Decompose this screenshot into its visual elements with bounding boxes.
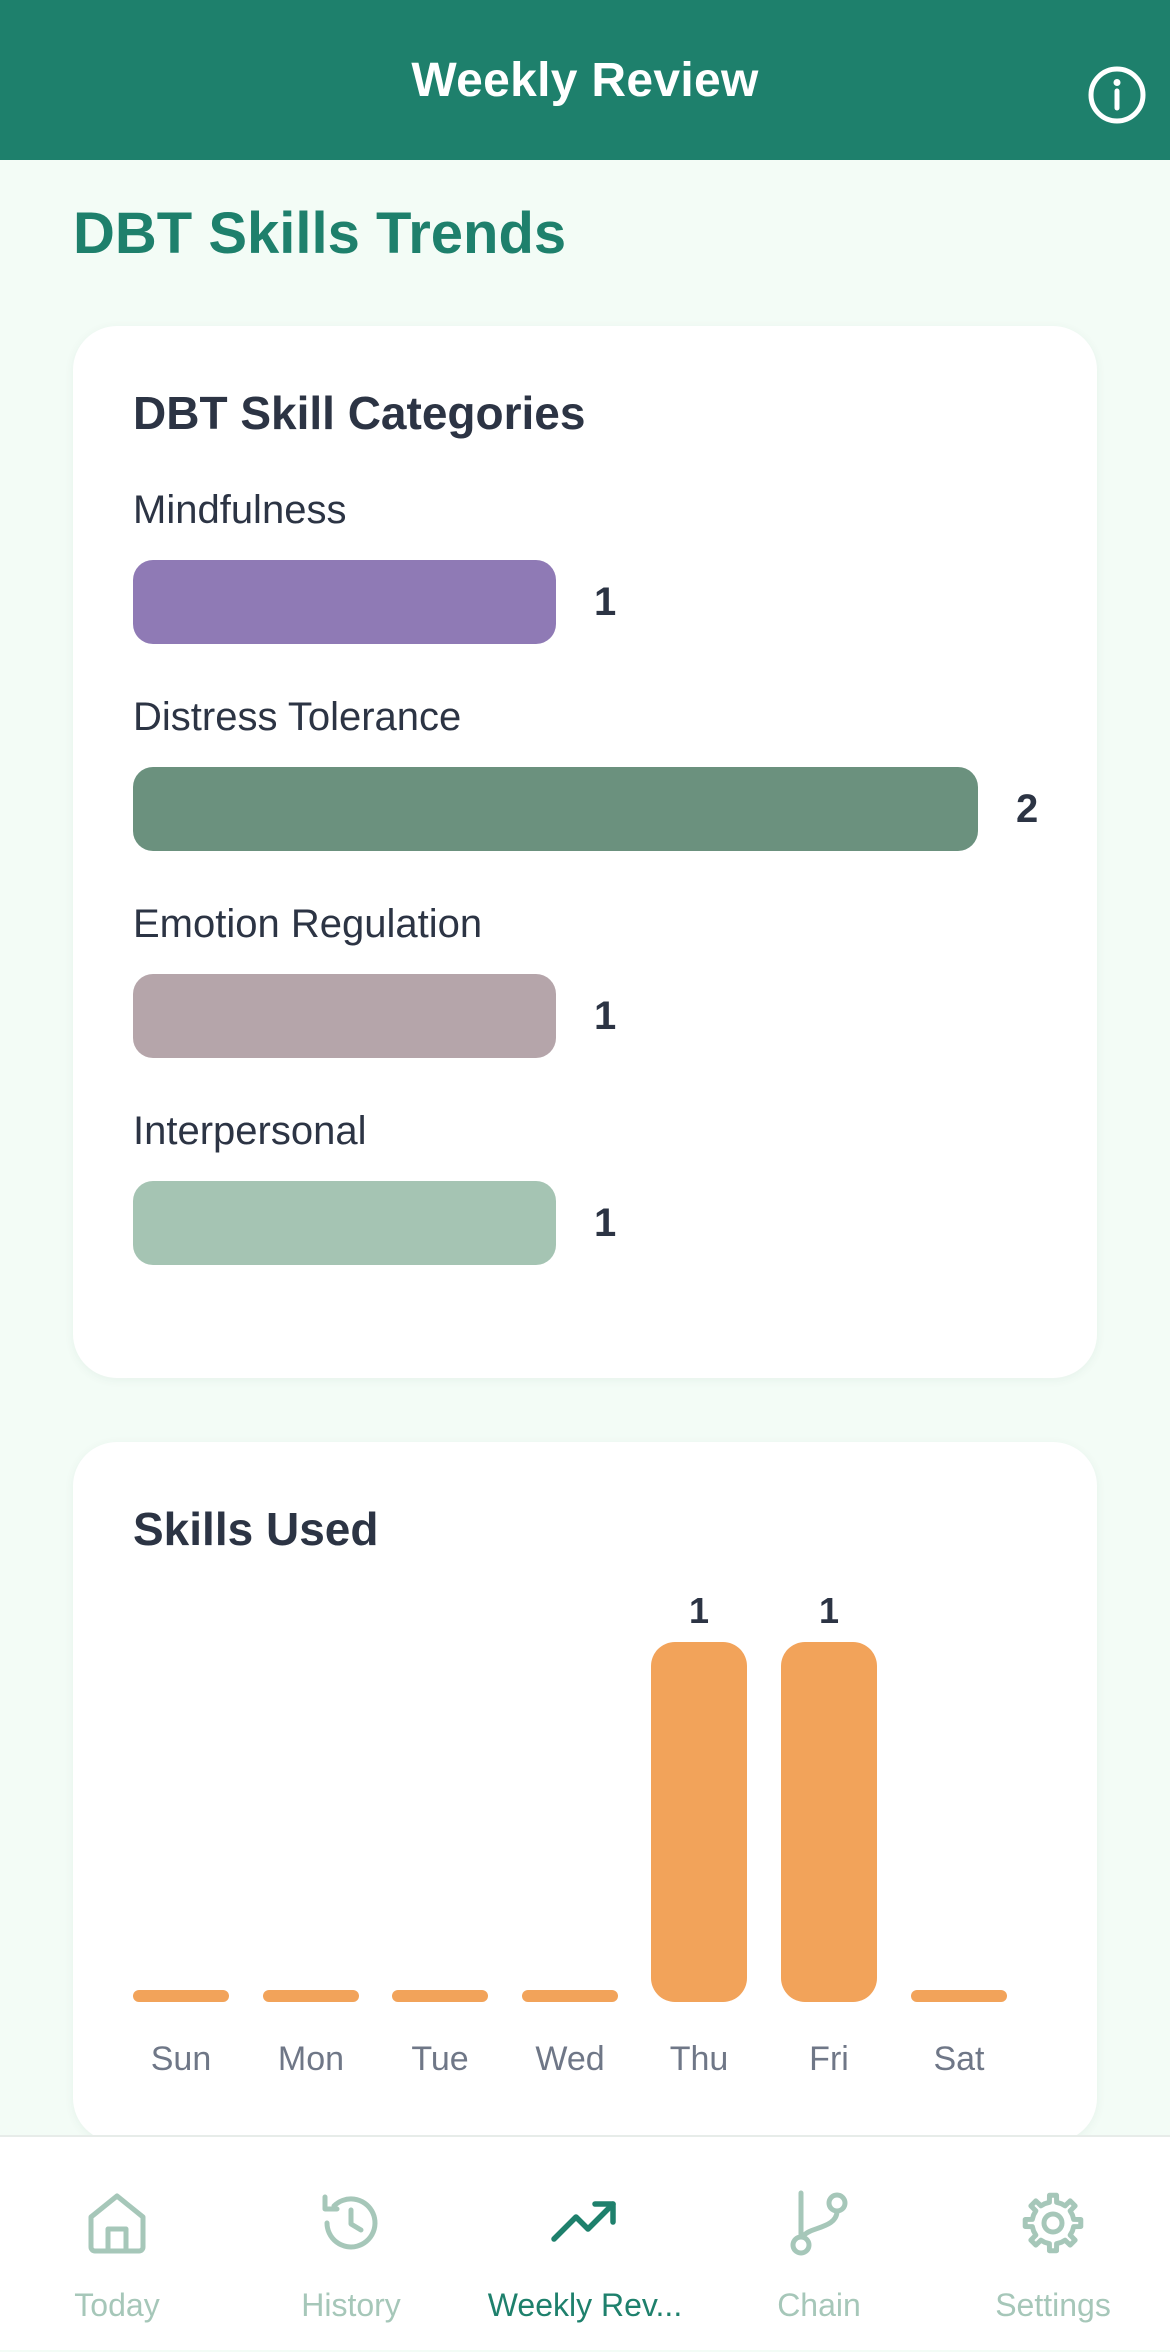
category-label: Interpersonal [133,1109,367,1153]
day-axis-label: Wed [535,2040,605,2078]
tab-label: Weekly Rev... [487,2287,683,2323]
info-icon[interactable] [1086,64,1148,126]
day-column-thu: 1 Thu [651,1590,747,2092]
day-bar [911,1990,1007,2002]
day-axis-label: Sun [150,2040,212,2078]
card-title: DBT Skill Categories [133,387,586,439]
skills-used-card: Skills Used Sun Mon Tue Wed 1 Thu 1 Fri Sat [73,1442,1097,2135]
category-row-interpersonal: Interpersonal 1 [133,1109,1053,1265]
category-bar [133,974,556,1058]
tab-today[interactable]: Today [0,2137,234,2352]
tab-weekly-review[interactable]: Weekly Rev... [468,2137,702,2352]
skills-bar-chart: Sun Mon Tue Wed 1 Thu 1 Fri Sat [133,1590,1037,2092]
skill-categories-card: DBT Skill Categories Mindfulness 1 Distr… [73,326,1097,1378]
day-axis-label: Tue [411,2040,469,2078]
day-column-tue: Tue [392,1592,488,2092]
day-column-sun: Sun [133,1592,229,2092]
day-axis-label: Mon [277,2040,345,2078]
day-axis-label: Thu [669,2040,729,2078]
category-value: 2 [1016,787,1039,831]
day-value-label: 1 [688,1590,710,1631]
home-icon [0,2187,234,2259]
history-icon [234,2187,468,2259]
day-value-label: 1 [818,1590,840,1631]
tab-label: History [301,2287,401,2323]
day-bar [781,1642,877,2002]
tab-chain[interactable]: Chain [702,2137,936,2352]
tab-label: Today [74,2287,160,2323]
gear-icon [936,2187,1170,2259]
category-bar [133,560,556,644]
day-bar [263,1990,359,2002]
header-bar: Weekly Review [0,0,1170,160]
category-value: 1 [594,580,617,624]
scroll-content[interactable]: DBT Skills Trends DBT Skill Categories M… [0,160,1170,2135]
category-label: Emotion Regulation [133,902,483,946]
day-column-mon: Mon [263,1592,359,2092]
category-bar [133,767,978,851]
tab-settings[interactable]: Settings [936,2137,1170,2352]
category-row-distress-tolerance: Distress Tolerance 2 [133,695,1053,851]
header-title: Weekly Review [411,53,759,107]
card-title: Skills Used [133,1503,379,1555]
category-bar [133,1181,556,1265]
day-bar [651,1642,747,2002]
tab-label: Chain [777,2287,861,2323]
bottom-tab-bar: Today History Weekly Rev... Chain Settin… [0,2135,1170,2350]
trending-up-icon [468,2187,702,2259]
category-label: Mindfulness [133,488,347,532]
day-column-fri: 1 Fri [781,1590,877,2092]
day-axis-label: Fri [809,2040,849,2078]
tab-label: Settings [995,2287,1111,2323]
day-column-wed: Wed [522,1592,618,2092]
day-column-sat: Sat [911,1592,1007,2092]
tab-history[interactable]: History [234,2137,468,2352]
category-row-emotion-regulation: Emotion Regulation 1 [133,902,1053,1058]
category-label: Distress Tolerance [133,695,462,739]
page-title: DBT Skills Trends [73,201,567,266]
day-bar [392,1990,488,2002]
category-value: 1 [594,994,617,1038]
day-bar [522,1990,618,2002]
day-bar [133,1990,229,2002]
day-axis-label: Sat [933,2040,985,2078]
category-value: 1 [594,1201,617,1245]
category-row-mindfulness: Mindfulness 1 [133,488,1053,644]
git-branch-icon [702,2187,936,2259]
